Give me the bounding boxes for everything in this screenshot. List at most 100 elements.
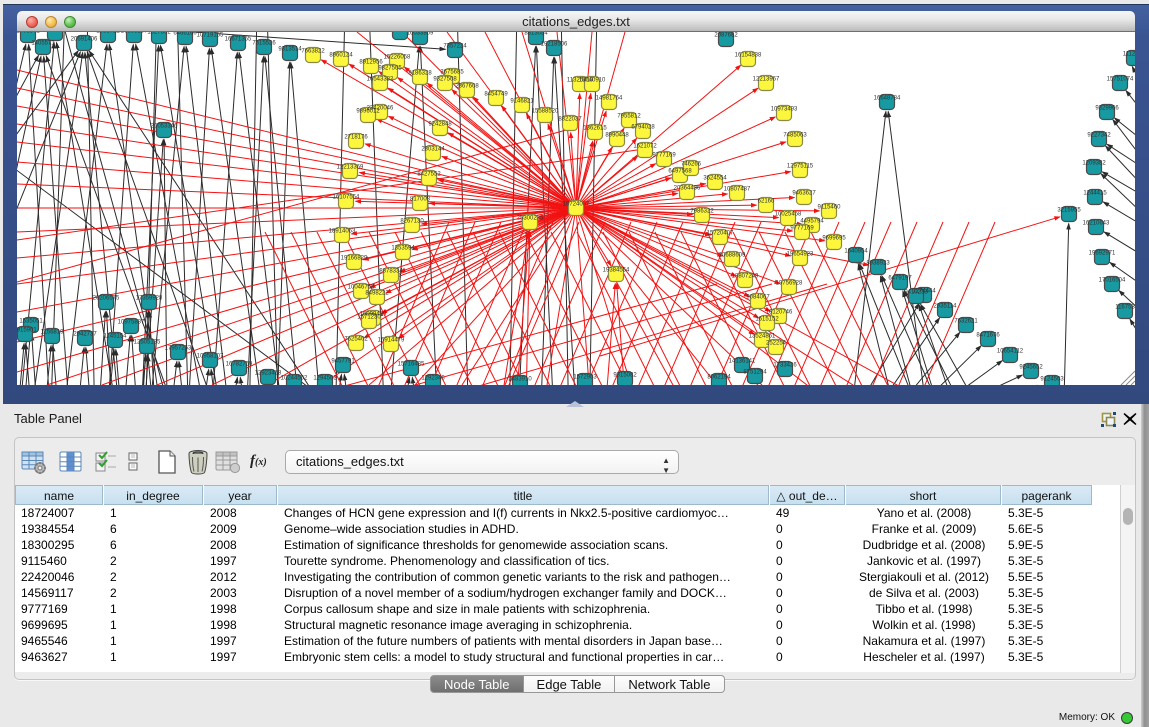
svg-text:9313514: 9313514	[278, 47, 302, 53]
svg-text:16782759: 16782759	[226, 362, 253, 368]
svg-text:1292346: 1292346	[421, 376, 445, 382]
svg-text:16543382: 16543382	[367, 77, 394, 83]
svg-text:8267130: 8267130	[400, 219, 424, 225]
svg-text:17359928: 17359928	[136, 296, 163, 302]
svg-text:8751294: 8751294	[743, 370, 767, 376]
svg-text:10853287: 10853287	[121, 32, 148, 35]
svg-text:8813054: 8813054	[524, 32, 548, 37]
svg-text:9896012: 9896012	[356, 109, 380, 115]
svg-text:10719155: 10719155	[197, 33, 224, 39]
svg-text:7482901: 7482901	[43, 32, 67, 33]
svg-text:15716485: 15716485	[398, 362, 425, 368]
svg-text:7632621: 7632621	[954, 319, 978, 325]
svg-text:3215955: 3215955	[1057, 208, 1081, 214]
svg-text:8454749: 8454749	[484, 92, 508, 98]
svg-text:9245652: 9245652	[1019, 365, 1043, 371]
svg-text:2867608: 2867608	[455, 84, 479, 90]
svg-text:10975887: 10975887	[118, 320, 145, 326]
svg-text:15640910: 15640910	[579, 78, 606, 84]
svg-text:8878334: 8878334	[379, 269, 403, 275]
svg-text:12923468: 12923468	[255, 371, 282, 377]
svg-text:6497568: 6497568	[668, 169, 692, 175]
svg-text:10244502: 10244502	[281, 376, 308, 382]
svg-text:16033809: 16033809	[407, 32, 434, 37]
svg-text:19166829: 19166829	[341, 256, 368, 262]
svg-text:7663822: 7663822	[301, 49, 325, 55]
svg-text:2935114: 2935114	[934, 304, 958, 310]
svg-text:8938923: 8938923	[866, 261, 890, 267]
svg-text:3624554: 3624554	[703, 176, 727, 182]
svg-text:8186328: 8186328	[408, 71, 432, 77]
svg-text:10688609: 10688609	[719, 253, 746, 259]
svg-text:1983712: 1983712	[96, 32, 120, 35]
svg-text:19692971: 19692971	[1089, 251, 1116, 257]
svg-text:14981764: 14981764	[596, 96, 623, 102]
svg-text:7986322: 7986322	[690, 209, 714, 215]
svg-text:19384554: 19384554	[603, 268, 630, 274]
svg-text:2718176: 2718176	[344, 135, 368, 141]
svg-text:9410233: 9410233	[904, 290, 928, 296]
svg-text:9315082: 9315082	[613, 373, 637, 379]
svg-text:10654112: 10654112	[997, 349, 1024, 355]
svg-text:17016504: 17016504	[1099, 278, 1126, 284]
svg-text:116753: 116753	[1115, 305, 1135, 311]
svg-text:1112744: 1112744	[1123, 52, 1135, 58]
svg-text:8498222: 8498222	[365, 291, 389, 297]
svg-text:2803144: 2803144	[421, 147, 445, 153]
svg-text:1244415: 1244415	[1083, 191, 1107, 197]
svg-text:6479197: 6479197	[888, 276, 912, 282]
svg-text:2405572: 2405572	[17, 32, 40, 35]
svg-text:9327508: 9327508	[433, 77, 457, 83]
svg-text:18724007: 18724007	[563, 202, 590, 208]
svg-text:9124503: 9124503	[1040, 377, 1064, 383]
svg-text:9457791: 9457791	[331, 359, 355, 365]
svg-text:20206575: 20206575	[93, 296, 120, 302]
svg-text:9777169: 9777169	[652, 153, 676, 159]
svg-text:18807249: 18807249	[732, 274, 759, 280]
svg-text:25300235: 25300235	[517, 216, 544, 222]
svg-text:817008: 817008	[410, 197, 431, 203]
svg-text:8822037: 8822037	[558, 117, 582, 123]
svg-text:9699695: 9699695	[822, 236, 846, 242]
svg-text:1209382: 1209382	[1082, 161, 1106, 167]
svg-text:2087682: 2087682	[714, 33, 738, 39]
svg-text:8471676: 8471676	[976, 333, 1000, 339]
svg-text:6466160: 6466160	[173, 32, 197, 37]
svg-text:9827505: 9827505	[378, 66, 402, 72]
svg-text:9329966: 9329966	[1095, 106, 1119, 112]
svg-text:1527602: 1527602	[147, 32, 171, 36]
svg-text:10025458: 10025458	[775, 212, 802, 218]
svg-text:9227342: 9227342	[1087, 133, 1111, 139]
svg-text:12213967: 12213967	[753, 77, 780, 83]
svg-text:1362615: 1362615	[583, 126, 607, 132]
svg-text:10973493: 10973493	[771, 107, 798, 113]
svg-text:252254: 252254	[766, 341, 787, 347]
svg-text:15588520: 15588520	[532, 109, 559, 115]
svg-text:9463627: 9463627	[792, 191, 816, 197]
svg-text:7955812: 7955812	[617, 114, 641, 120]
svg-text:9115460: 9115460	[818, 205, 842, 211]
svg-text:16154838: 16154838	[735, 53, 762, 59]
svg-text:9777169: 9777169	[790, 226, 814, 232]
svg-text:62160: 62160	[758, 199, 775, 205]
svg-text:8990448: 8990448	[605, 133, 629, 139]
svg-text:16120746: 16120746	[766, 310, 793, 316]
svg-text:9084067: 9084067	[746, 295, 770, 301]
svg-text:7515526: 7515526	[252, 41, 276, 47]
svg-text:12213369: 12213369	[337, 165, 364, 171]
svg-text:12505135: 12505135	[134, 340, 161, 346]
svg-text:16107554: 16107554	[333, 195, 360, 201]
svg-text:8960124: 8960124	[329, 53, 353, 59]
svg-text:1535051: 1535051	[19, 319, 43, 325]
svg-text:14136141: 14136141	[729, 359, 756, 365]
svg-text:3675685: 3675685	[440, 70, 464, 76]
svg-text:19218506: 19218506	[541, 42, 568, 48]
svg-text:1615152: 1615152	[755, 317, 779, 323]
svg-text:16210643: 16210643	[1083, 221, 1110, 227]
svg-text:3915901: 3915901	[17, 328, 37, 334]
svg-text:1405571: 1405571	[31, 41, 55, 47]
svg-text:4495794: 4495794	[800, 219, 824, 225]
svg-text:13524861: 13524861	[749, 334, 776, 340]
svg-text:2942737: 2942737	[73, 332, 97, 338]
svg-text:19654923: 19654923	[787, 252, 814, 258]
